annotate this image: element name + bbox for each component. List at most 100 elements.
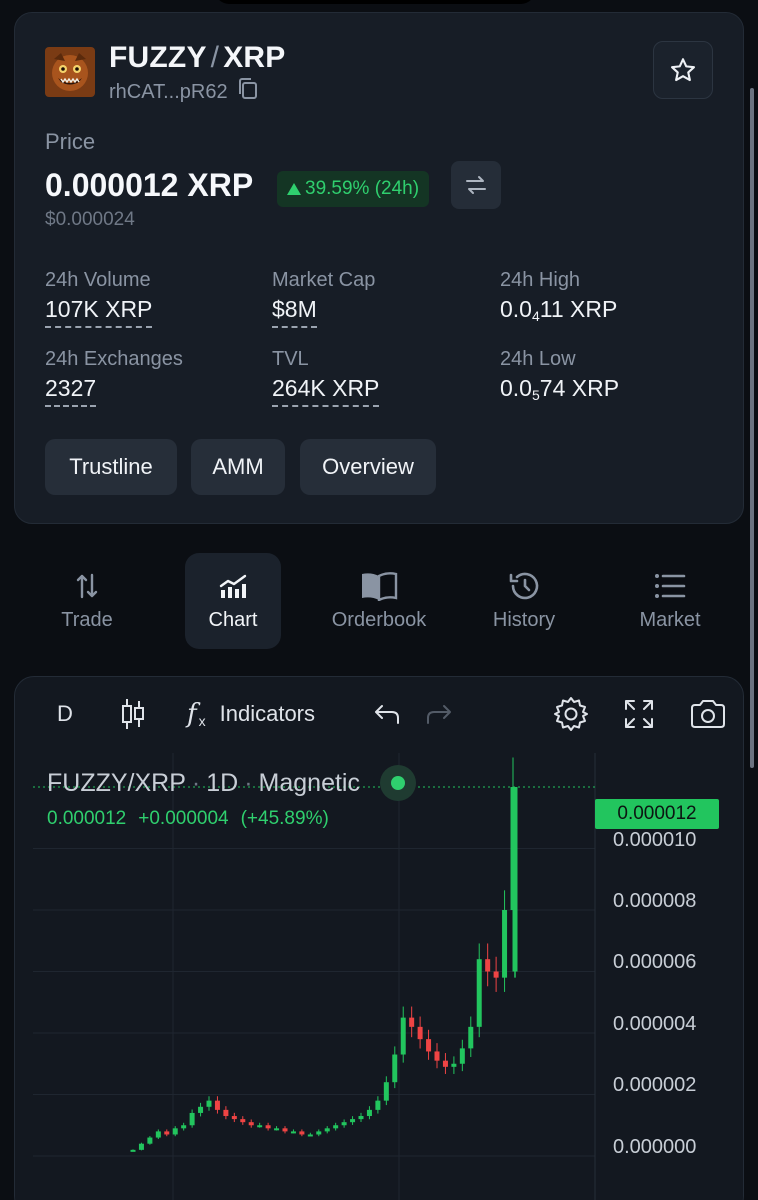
- history-icon: [508, 571, 540, 601]
- candle: [451, 1063, 457, 1067]
- triangle-up-icon: [287, 183, 301, 195]
- candle: [366, 1109, 372, 1117]
- candle: [485, 959, 491, 972]
- last-price-tag: 0.000012: [595, 799, 719, 829]
- candle: [138, 1143, 144, 1150]
- candle: [442, 1060, 448, 1067]
- candle: [155, 1131, 161, 1138]
- candle: [130, 1149, 136, 1152]
- swap-arrows-icon: [466, 176, 486, 194]
- candle: [274, 1128, 280, 1131]
- candle: [240, 1119, 246, 1123]
- camera-notch: [215, 0, 535, 4]
- chart-area[interactable]: FUZZY/XRP · 1D · Magnetic 0.000012 +0.00…: [15, 753, 743, 1200]
- candle-style-button[interactable]: [119, 695, 147, 733]
- tab-history[interactable]: History: [476, 553, 572, 649]
- tab-trade[interactable]: Trade: [39, 553, 135, 649]
- swap-price-button[interactable]: [451, 161, 501, 209]
- stat-value[interactable]: 2327: [45, 375, 97, 407]
- stat-tvl: TVL 264K XRP: [272, 348, 380, 407]
- tab-chart[interactable]: Chart: [185, 553, 281, 649]
- candle: [375, 1100, 381, 1110]
- candle: [307, 1134, 313, 1137]
- tab-market[interactable]: Market: [622, 553, 718, 649]
- candle: [223, 1109, 229, 1117]
- stat-value[interactable]: 264K XRP: [272, 375, 380, 407]
- price-change-badge: 39.59% (24h): [277, 171, 430, 207]
- favorite-button[interactable]: [653, 41, 713, 99]
- candle: [198, 1106, 204, 1113]
- tab-label: Market: [639, 608, 701, 631]
- stat-label: Market Cap: [272, 269, 376, 291]
- fullscreen-button[interactable]: [623, 695, 655, 733]
- candle: [181, 1125, 187, 1129]
- candle: [426, 1039, 432, 1052]
- tab-label: History: [492, 608, 556, 631]
- indicators-button[interactable]: fx Indicators: [187, 695, 315, 733]
- price-label: Price: [45, 129, 96, 154]
- legend-interval: 1D: [206, 768, 239, 797]
- page-scrollbar[interactable]: [750, 88, 754, 768]
- copy-icon[interactable]: [238, 78, 258, 106]
- function-icon: f: [187, 699, 197, 729]
- stat-24h-high: 24h High 0.0411 XRP: [500, 269, 617, 324]
- stat-label: 24h Volume: [45, 269, 151, 291]
- candle: [290, 1131, 296, 1134]
- token-logo: [45, 47, 95, 97]
- candle: [231, 1116, 237, 1120]
- candle: [358, 1116, 364, 1120]
- candle: [417, 1026, 423, 1040]
- legend-symbol: FUZZY/XRP: [47, 768, 186, 797]
- candle: [476, 959, 482, 1027]
- candle: [164, 1131, 170, 1135]
- candle: [468, 1026, 474, 1049]
- fullscreen-icon: [625, 700, 653, 728]
- usd-price: $0.000024: [45, 209, 135, 230]
- candle: [316, 1131, 322, 1135]
- candle: [392, 1054, 398, 1083]
- candle: [265, 1125, 271, 1129]
- stat-label: TVL: [272, 348, 309, 370]
- stat-24h-volume: 24h Volume 107K XRP: [45, 269, 153, 328]
- overview-button[interactable]: Overview: [300, 439, 436, 495]
- candle: [282, 1128, 288, 1132]
- y-axis-tick: 0.000008: [613, 890, 697, 912]
- y-axis-tick: 0.000006: [613, 951, 697, 973]
- base-symbol: FUZZY: [109, 41, 207, 74]
- candle: [409, 1017, 415, 1027]
- undo-button[interactable]: [373, 695, 401, 733]
- tab-label: Chart: [208, 608, 258, 631]
- amm-button[interactable]: AMM: [191, 439, 285, 495]
- price-value: 0.000012 XRP: [45, 167, 254, 203]
- redo-button[interactable]: [425, 695, 453, 733]
- candlestick-icon: [122, 699, 144, 729]
- chart-toolbar: D fx Indicators: [15, 677, 743, 751]
- ohlc-values: 0.000012 +0.000004 (+45.89%): [47, 808, 329, 830]
- chart-settings-button[interactable]: [553, 695, 589, 733]
- camera-icon: [691, 700, 725, 728]
- candle: [333, 1125, 339, 1129]
- bar-chart-icon: [218, 571, 248, 601]
- tab-orderbook[interactable]: Orderbook: [324, 553, 434, 649]
- trustline-button[interactable]: Trustline: [45, 439, 177, 495]
- candle: [493, 971, 499, 978]
- stat-value: 0.0574 XRP: [500, 375, 620, 403]
- candle: [206, 1100, 212, 1107]
- y-axis-tick: 0.000010: [613, 829, 697, 851]
- candle: [383, 1082, 389, 1101]
- stat-24h-exchanges: 24h Exchanges 2327: [45, 348, 183, 407]
- y-axis-tick: 0.000000: [613, 1136, 697, 1158]
- interval-button[interactable]: D: [57, 695, 73, 733]
- tab-label: Trade: [61, 608, 113, 631]
- candle: [189, 1112, 195, 1126]
- candle: [214, 1100, 220, 1110]
- candle: [434, 1051, 440, 1061]
- stat-value[interactable]: 107K XRP: [45, 296, 153, 328]
- stat-value[interactable]: $8M: [272, 296, 317, 328]
- chart-legend: FUZZY/XRP · 1D · Magnetic: [47, 765, 416, 801]
- star-icon: [670, 58, 696, 82]
- screenshot-button[interactable]: [689, 695, 727, 733]
- indicators-label: Indicators: [219, 701, 316, 726]
- stat-label: 24h Low: [500, 348, 576, 370]
- candle: [324, 1128, 330, 1132]
